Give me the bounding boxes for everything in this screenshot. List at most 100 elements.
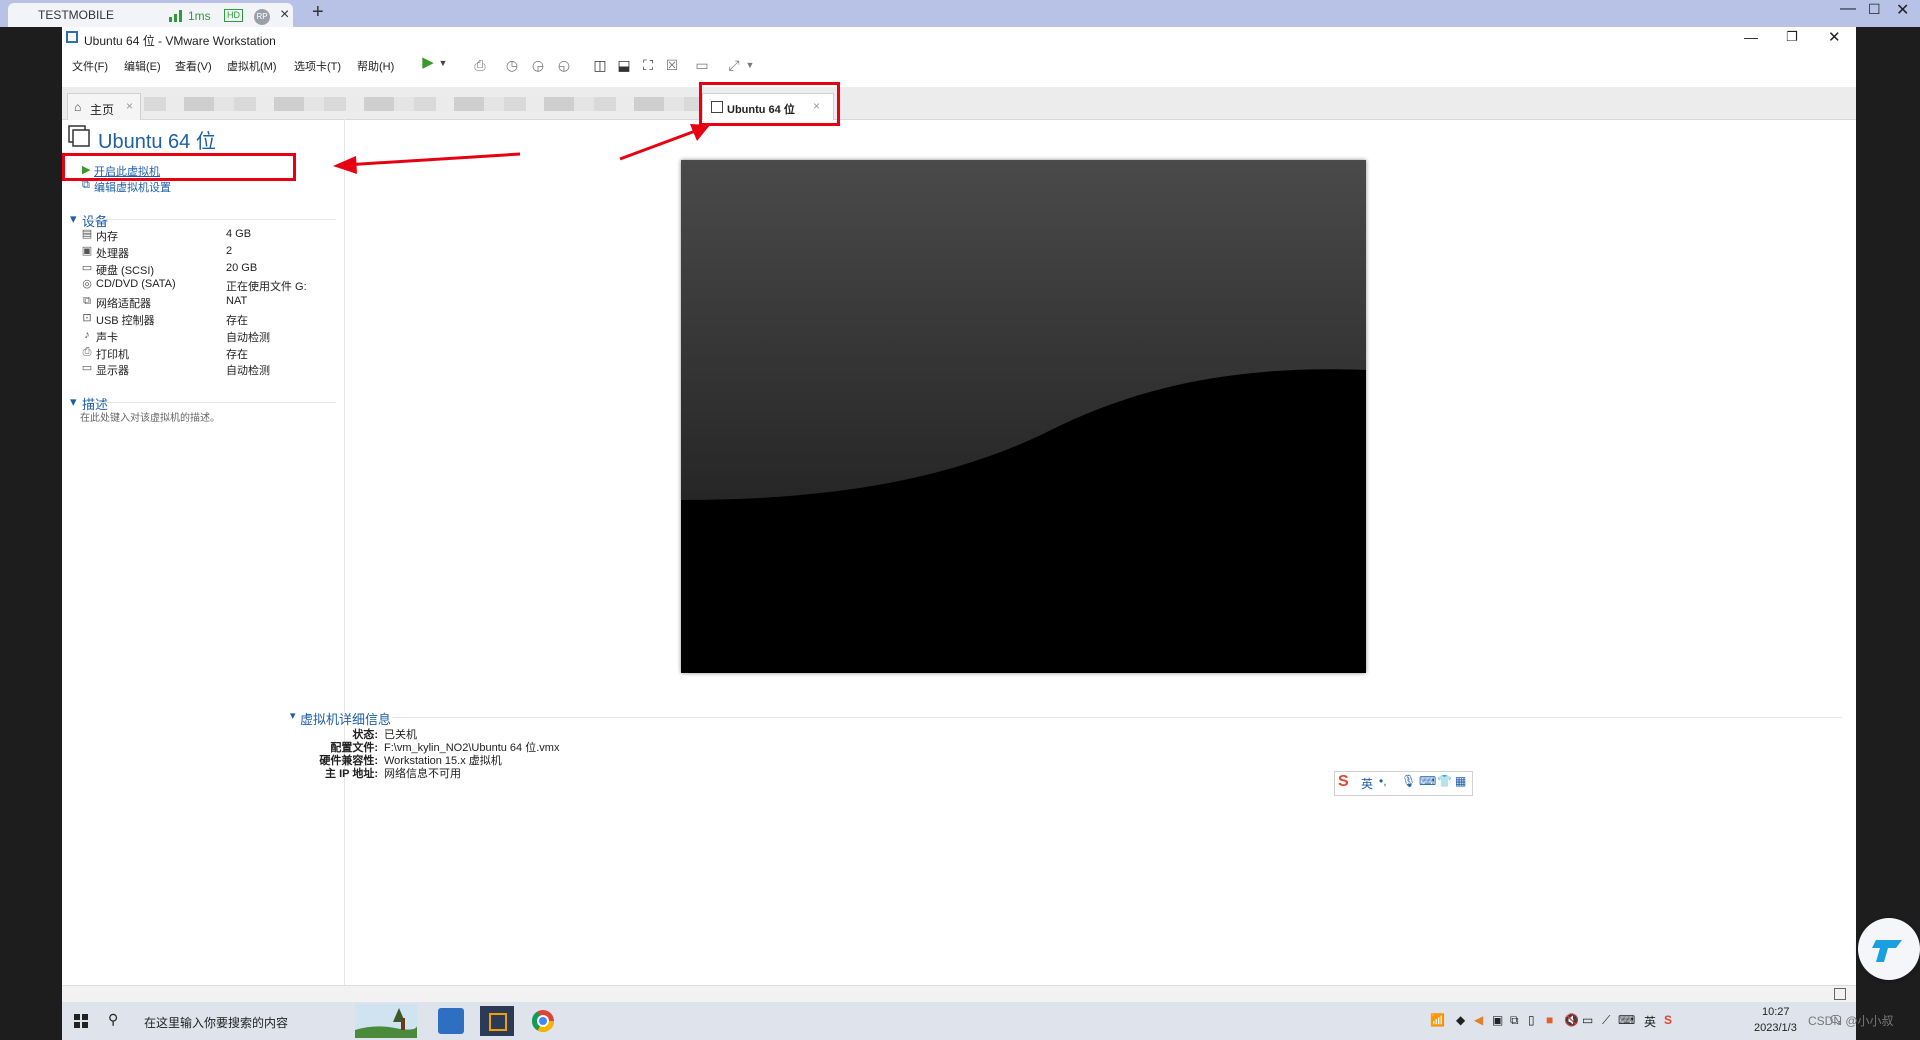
menu-view[interactable]: 查看(V) [175,58,212,74]
network-icon: ⧉ [83,295,91,308]
menu-vm[interactable]: 虚拟机(M) [227,58,277,74]
menu-edit[interactable]: 编辑(E) [124,58,161,74]
device-name: 内存 [96,231,118,243]
send-keys-icon[interactable]: ⎙ [472,57,488,73]
revert-snapshot-icon[interactable]: ◶ [530,57,546,73]
device-row[interactable]: ⊡ USB 控制器 存在 [80,311,340,328]
cpu-icon: ▣ [81,244,93,257]
keyboard-icon[interactable]: ⌨ [1419,774,1436,788]
edit-settings-link[interactable]: 编辑虚拟机设置 [94,179,171,195]
keyboard-icon[interactable]: ⌨ [1618,1013,1635,1027]
restore-button[interactable]: ❐ [1786,29,1798,45]
minimize-button[interactable]: — [1744,29,1758,45]
snapshot-manager-icon[interactable]: ◵ [556,57,572,73]
close-icon[interactable]: × [126,99,133,113]
sogou-tray-icon[interactable]: S [1664,1013,1672,1027]
cd-icon: ◎ [82,278,92,291]
fullscreen-icon[interactable]: ⛶ [640,57,656,73]
device-row[interactable]: ▣ 处理器 2 [80,244,340,261]
title-bar: Ubuntu 64 位 - VMware Workstation — ❐ ✕ [62,27,1856,51]
battery-icon[interactable]: ▭ [1582,1013,1593,1027]
client-close-button[interactable]: ✕ [1896,0,1909,20]
device-row[interactable]: ⎙ 打印机 存在 [80,345,340,362]
skin-icon[interactable]: 👕 [1437,774,1452,788]
device-row[interactable]: ⧉ 网络适配器 NAT [80,294,340,311]
tab-strip: ⌂ 主页 × Ubuntu 64 位 × [62,87,1856,120]
punctuation-icon[interactable]: •, [1379,774,1387,788]
tray-app-icon[interactable]: ▯ [1528,1013,1535,1027]
taskbar-search-input[interactable]: 在这里输入你要搜索的内容 [144,1014,288,1031]
detail-row: 硬件兼容性: Workstation 15.x 虚拟机 [298,752,898,767]
menu-help[interactable]: 帮助(H) [357,58,394,74]
clock-time[interactable]: 10:27 [1762,1006,1790,1018]
menu-bar: 文件(F) 编辑(E) 查看(V) 虚拟机(M) 选项卡(T) 帮助(H) [62,51,1856,79]
network-icon[interactable]: ⟋ [1602,1013,1610,1028]
tray-app-icon[interactable]: ◀ [1474,1013,1483,1027]
tray-app-icon[interactable]: ■ [1546,1013,1553,1027]
volume-mute-icon[interactable]: 🔇 [1564,1013,1579,1027]
wifi-icon[interactable]: 📶 [1430,1013,1445,1027]
devices-toggle-icon[interactable]: ▾ [70,211,77,227]
message-log-icon[interactable] [1834,988,1846,1000]
menu-tabs[interactable]: 选项卡(T) [294,58,341,74]
microphone-icon[interactable]: 🎙 [1401,774,1416,788]
vmware-window: Ubuntu 64 位 - VMware Workstation — ❐ ✕ 文… [62,27,1856,1003]
blurred-tabs [144,97,704,111]
tray-app-icon[interactable]: ⧉ [1510,1013,1519,1028]
tray-app-icon[interactable]: ▣ [1492,1013,1503,1027]
snapshot-icon[interactable]: ◷ [504,57,520,73]
play-icon[interactable]: ▶ [420,55,436,71]
close-icon[interactable]: × [280,6,289,24]
client-maximize-button[interactable]: ☐ [1868,1,1881,18]
details-toggle-icon[interactable]: ▾ [290,709,296,722]
device-row[interactable]: ◎ CD/DVD (SATA) 正在使用文件 G:... [80,277,340,294]
stretch-icon[interactable]: ⤢ [726,57,742,73]
annotation-box-tab [699,82,840,126]
tab-home[interactable]: ⌂ 主页 × [67,93,141,120]
chrome-icon[interactable] [528,1006,558,1036]
description-placeholder[interactable]: 在此处键入对该虚拟机的描述。 [80,409,220,424]
thumbnail-bar-icon[interactable]: ⬓ [616,57,632,73]
vm-title: Ubuntu 64 位 [98,131,216,153]
windows-start-icon[interactable] [68,1008,94,1034]
clock-date[interactable]: 2023/1/3 [1754,1022,1797,1034]
description-toggle-icon[interactable]: ▾ [70,394,77,410]
vmware-taskbar-icon[interactable] [480,1006,514,1036]
window-title: Ubuntu 64 位 - VMware Workstation [84,34,276,48]
apps-icon[interactable]: ▦ [1455,774,1466,788]
close-button[interactable]: ✕ [1828,28,1841,46]
device-name: CD/DVD (SATA) [96,278,176,291]
console-icon[interactable]: ▭ [694,57,710,73]
menu-file[interactable]: 文件(F) [72,58,108,74]
detail-value: 网络信息不可用 [384,768,461,780]
floating-action-button[interactable] [1858,918,1920,980]
new-tab-button[interactable]: + [312,1,324,24]
remote-client-bar: TESTMOBILE 1ms HD RP × + — ☐ ✕ [0,0,1920,27]
device-name: 处理器 [96,247,129,260]
tray-app-icon[interactable]: ◆ [1456,1013,1465,1027]
client-tab[interactable]: TESTMOBILE 1ms HD RP × [8,3,293,27]
sogou-logo-icon[interactable]: S [1338,773,1349,791]
play-dropdown-icon[interactable]: ▼ [435,55,451,71]
vmware-app-icon [66,31,78,43]
device-value: 自动检测 [226,331,270,344]
device-name: 显示器 [96,365,129,378]
device-row[interactable]: ▭ 显示器 自动检测 [80,361,340,378]
vm-summary-panel: Ubuntu 64 位 ▶ 开启此虚拟机 ⧉ 编辑虚拟机设置 ▾ 设备 ▾ 描述… [62,119,345,1002]
device-row[interactable]: ♪ 声卡 自动检测 [80,328,340,345]
sidebar-toggle-icon[interactable]: ◫ [592,57,608,73]
client-minimize-button[interactable]: — [1840,0,1856,18]
stretch-dropdown-icon[interactable]: ▼ [742,57,758,73]
signal-icon [169,10,182,22]
rp-badge[interactable]: RP [254,9,270,25]
device-name: 声卡 [96,331,118,344]
unity-icon[interactable]: ☒ [664,57,680,73]
device-row[interactable]: ▭ 硬盘 (SCSI) 20 GB [80,261,340,278]
taskbar-app-icon[interactable] [438,1008,464,1034]
tray-language[interactable]: 英 [1644,1013,1656,1030]
search-highlight-image [355,1004,417,1038]
device-row[interactable]: ▤ 内存 4 GB [80,227,340,244]
ime-language[interactable]: 英 [1361,775,1373,792]
vm-screen-thumbnail[interactable] [681,160,1366,673]
search-icon[interactable]: ⚲ [108,1011,118,1028]
